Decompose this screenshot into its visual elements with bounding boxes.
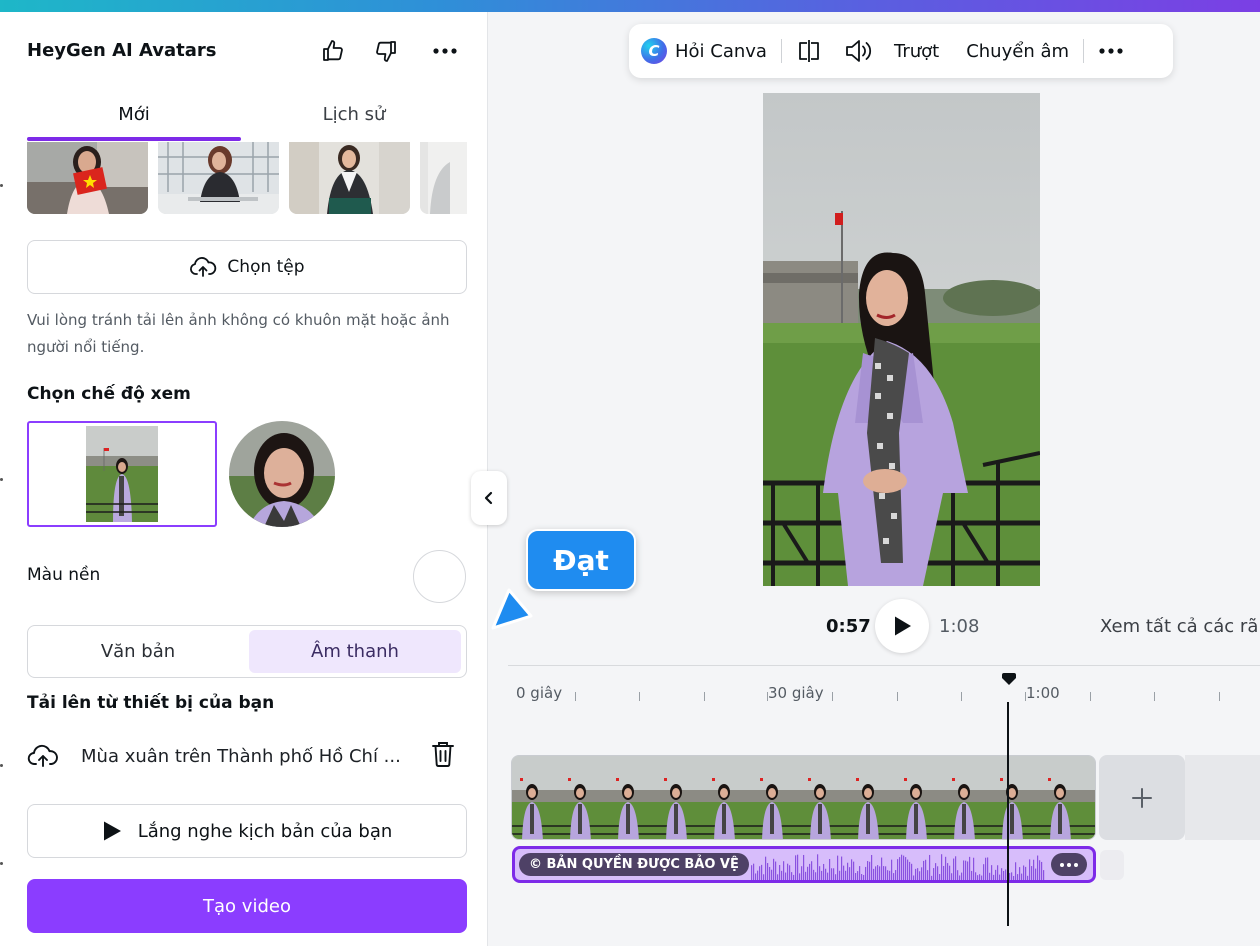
audio-more-icon[interactable] [1051,853,1087,876]
ruler-tick [961,692,962,701]
ruler-tick [767,692,768,701]
top-gradient-strip [0,0,1260,12]
toolbar-divider [1083,39,1085,63]
tab-new[interactable]: Mới [27,104,241,125]
active-tab-indicator [27,137,241,141]
segment-text[interactable]: Văn bản [32,630,244,673]
playhead-handle[interactable] [1001,673,1017,687]
collaborator-name-tag: Đạt [526,529,636,591]
thumbs-down-icon[interactable] [371,36,401,66]
toolbar-divider [780,39,782,63]
canva-logo-icon: C [641,38,667,64]
play-button[interactable] [875,599,929,653]
ruler-tick [704,692,705,701]
volume-icon [846,40,871,62]
timeline-divider [508,665,1260,666]
slide-button[interactable]: Trượt [894,41,939,62]
playhead-line[interactable] [1007,702,1009,926]
collapse-panel-button[interactable] [471,471,507,525]
toolbar-more-icon[interactable] [1098,47,1124,55]
create-video-button[interactable]: Tạo video [27,879,467,933]
listen-script-button[interactable]: Lắng nghe kịch bản của bạn [27,804,467,858]
split-icon [799,40,819,62]
background-color-label: Màu nền [27,565,101,585]
ruler-tick [1025,692,1026,701]
avatar-thumbnail[interactable] [27,142,148,214]
ruler-tick [832,692,833,701]
listen-script-label: Lắng nghe kịch bản của bạn [137,820,393,842]
ask-canva-button[interactable]: C Hỏi Canva [641,38,767,64]
thumbs-up-icon[interactable] [318,36,348,66]
view-mode-full[interactable] [27,421,217,527]
transcribe-button[interactable]: Chuyển âm [966,41,1069,62]
script-type-toggle: Văn bản Âm thanh [27,625,467,678]
see-all-tracks-link[interactable]: Xem tất cả các rãnh [1100,616,1260,637]
background-color-swatch[interactable] [413,550,466,603]
ruler-tick [1219,692,1220,701]
avatar-thumbnail[interactable] [158,142,279,214]
play-icon [103,821,121,841]
play-icon [895,616,911,636]
avatar-thumbnail[interactable] [289,142,410,214]
cloud-upload-icon [190,257,217,277]
current-time: 0:57 [826,616,871,637]
tab-history[interactable]: Lịch sử [247,104,461,125]
audio-copyright-label: © BẢN QUYỀN ĐƯỢC BẢO VỆ [519,853,749,876]
plus-icon [1132,787,1152,808]
ruler-label-0s: 0 giây [516,684,563,702]
cloud-upload-icon [27,744,58,767]
ask-canva-label: Hỏi Canva [675,40,767,62]
ruler-tick [639,692,640,701]
segment-audio[interactable]: Âm thanh [249,630,461,673]
upload-device-title: Tải lên từ thiết bị của bạn [27,693,275,713]
avatar-thumbnail[interactable] [420,142,467,214]
uploaded-file-row: Mùa xuân trên Thành phố Hồ Chí ... [27,738,467,774]
ruler-label-30s: 30 giây [768,684,824,702]
video-preview[interactable] [763,93,1040,586]
ruler-label-1min: 1:00 [1026,684,1060,702]
panel-title: HeyGen AI Avatars [27,40,217,61]
choose-file-button[interactable]: Chọn tệp [27,240,467,294]
upload-hint: Vui lòng tránh tải lên ảnh không có khuô… [27,311,450,356]
audio-placeholder [1100,850,1124,880]
collaborator-cursor-icon [491,588,533,630]
ruler-tick [897,692,898,701]
ruler-tick [1154,692,1155,701]
total-time: 1:08 [939,616,980,637]
heygen-panel: HeyGen AI Avatars Mới Lịch sử Chọn tệp V… [0,12,488,946]
avatar-thumbnail-strip [27,142,467,214]
ruler-tick [1090,692,1091,701]
more-options-icon[interactable] [430,36,460,66]
chevron-left-icon [484,491,493,505]
clip-placeholder [1185,755,1260,840]
add-clip-button[interactable] [1099,755,1185,840]
view-mode-circle[interactable] [229,421,335,527]
uploaded-file-name: Mùa xuân trên Thành phố Hồ Chí ... [81,745,401,767]
ruler-tick [575,692,576,701]
volume-button[interactable] [844,38,872,64]
split-button[interactable] [796,38,822,64]
trash-icon[interactable] [431,740,455,772]
view-mode-title: Chọn chế độ xem [27,384,191,404]
choose-file-label: Chọn tệp [227,257,305,277]
floating-toolbar: C Hỏi Canva Trượt Chuyển âm [629,24,1173,78]
